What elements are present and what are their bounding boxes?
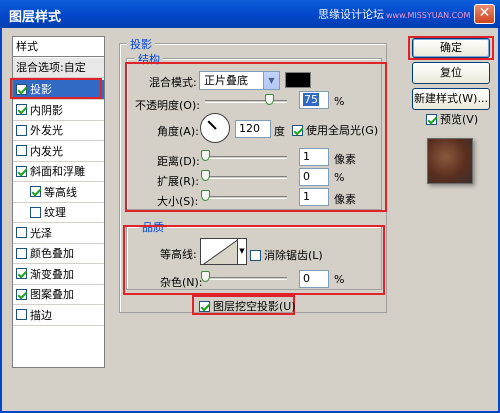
ok-button[interactable]: 确定 xyxy=(412,38,490,58)
preview-check-icon xyxy=(426,113,437,125)
watermark: 思缘设计论坛 www.MISSYUAN.COM xyxy=(318,8,471,21)
checkbox-icon[interactable] xyxy=(16,227,27,238)
spread-label: 扩展(R): xyxy=(157,175,199,188)
style-item[interactable]: 描边 xyxy=(13,306,104,326)
contour-dropdown-arrow[interactable]: ▼ xyxy=(238,238,247,265)
new-style-button[interactable]: 新建样式(W)... xyxy=(412,88,490,110)
size-input[interactable]: 1 xyxy=(299,188,329,206)
style-item[interactable]: 渐变叠加 xyxy=(13,265,104,285)
opacity-unit: % xyxy=(334,95,345,108)
distance-label: 距离(D): xyxy=(157,155,200,168)
style-item-label: 纹理 xyxy=(44,206,66,219)
style-item[interactable]: 等高线 xyxy=(13,183,104,203)
antialias-checkbox[interactable]: 消除锯齿(L) xyxy=(250,247,323,263)
shadow-color-swatch[interactable] xyxy=(285,72,311,88)
blend-options-item[interactable]: 混合选项:自定 xyxy=(13,58,104,78)
checkbox-icon[interactable] xyxy=(30,186,41,197)
spread-slider-thumb[interactable] xyxy=(201,170,210,181)
style-item[interactable]: 内阴影 xyxy=(13,101,104,121)
angle-dial[interactable] xyxy=(200,113,230,143)
noise-slider-track[interactable] xyxy=(205,277,287,280)
knockout-check-icon xyxy=(199,300,210,312)
checkbox-icon[interactable] xyxy=(16,288,27,300)
style-item-label: 颜色叠加 xyxy=(30,247,74,260)
style-item-label: 外发光 xyxy=(30,124,63,137)
style-item-label: 图案叠加 xyxy=(30,288,74,301)
style-list-header: 样式 xyxy=(13,37,104,57)
size-slider-thumb[interactable] xyxy=(201,190,210,201)
checkbox-icon[interactable] xyxy=(16,165,27,177)
style-item[interactable]: 斜面和浮雕 xyxy=(13,162,104,182)
noise-label: 杂色(N): xyxy=(160,276,203,289)
style-item-label: 内发光 xyxy=(30,144,63,158)
close-icon[interactable]: ✕ xyxy=(474,4,495,24)
checkbox-icon[interactable] xyxy=(30,206,41,218)
chevron-down-icon: ▼ xyxy=(263,72,279,89)
style-item-label: 等高线 xyxy=(44,185,77,199)
noise-input[interactable]: 0 xyxy=(299,270,329,288)
style-item[interactable]: 光泽 xyxy=(13,224,104,244)
style-item[interactable]: 颜色叠加 xyxy=(13,244,104,264)
noise-slider-thumb[interactable] xyxy=(201,271,210,282)
opacity-slider-track[interactable] xyxy=(205,100,287,103)
blend-mode-label: 混合模式: xyxy=(149,76,197,89)
contour-curve-icon xyxy=(202,239,237,264)
style-item[interactable]: 纹理 xyxy=(13,203,104,223)
opacity-label: 不透明度(O): xyxy=(135,99,200,112)
blend-mode-select[interactable]: 正片叠底 ▼ xyxy=(199,71,280,90)
title-bar: 图层样式 思缘设计论坛 www.MISSYUAN.COM ✕ xyxy=(0,0,500,28)
knockout-checkbox[interactable]: 图层挖空投影(U) xyxy=(199,298,296,314)
preview-checkbox[interactable]: 预览(V) xyxy=(426,111,478,127)
angle-input[interactable]: 120 xyxy=(235,120,271,138)
distance-unit: 像素 xyxy=(334,153,356,166)
opacity-slider-thumb[interactable] xyxy=(265,94,274,105)
checkbox-icon[interactable] xyxy=(16,247,27,259)
angle-unit: 度 xyxy=(274,125,285,138)
size-slider-track[interactable] xyxy=(205,196,287,199)
global-light-checkbox[interactable]: 使用全局光(G) xyxy=(292,122,378,138)
style-item[interactable]: 外发光 xyxy=(13,121,104,141)
checkbox-icon[interactable] xyxy=(16,145,27,156)
drop-shadow-legend: 投影 xyxy=(127,36,155,52)
style-preview-thumbnail xyxy=(427,138,473,184)
style-item-label: 内阴影 xyxy=(30,103,63,117)
style-item-label: 斜面和浮雕 xyxy=(30,165,85,178)
style-item-label: 光泽 xyxy=(30,226,52,240)
global-light-check-icon xyxy=(292,124,303,136)
size-label: 大小(S): xyxy=(157,195,199,208)
checkbox-icon[interactable] xyxy=(16,268,27,279)
style-item-label: 渐变叠加 xyxy=(30,267,74,281)
style-item[interactable]: 图案叠加 xyxy=(13,285,104,305)
highlight-drop-shadow-item xyxy=(10,78,102,99)
distance-input[interactable]: 1 xyxy=(299,148,329,166)
antialias-check-icon xyxy=(250,249,261,261)
checkbox-icon[interactable] xyxy=(16,124,27,136)
distance-slider-thumb[interactable] xyxy=(201,150,210,161)
spread-slider-track[interactable] xyxy=(205,176,287,179)
angle-label: 角度(A): xyxy=(157,125,199,138)
spread-unit: % xyxy=(334,171,345,184)
window-title: 图层样式 xyxy=(9,10,62,25)
style-item-label: 描边 xyxy=(30,308,52,322)
size-unit: 像素 xyxy=(334,193,356,206)
dialog-body: 样式 混合选项:自定 投影内阴影外发光内发光斜面和浮雕等高线纹理光泽颜色叠加渐变… xyxy=(0,28,500,413)
blend-mode-value: 正片叠底 xyxy=(204,74,248,87)
distance-slider-track[interactable] xyxy=(205,156,287,159)
style-item[interactable]: 内发光 xyxy=(13,142,104,162)
checkbox-icon[interactable] xyxy=(16,104,27,115)
spread-input[interactable]: 0 xyxy=(299,168,329,186)
checkbox-icon[interactable] xyxy=(16,309,27,320)
contour-picker[interactable] xyxy=(200,238,238,265)
opacity-input[interactable]: 75 xyxy=(299,91,329,109)
noise-unit: % xyxy=(334,273,345,286)
contour-label: 等高线: xyxy=(160,248,197,261)
reset-button[interactable]: 复位 xyxy=(412,62,490,84)
